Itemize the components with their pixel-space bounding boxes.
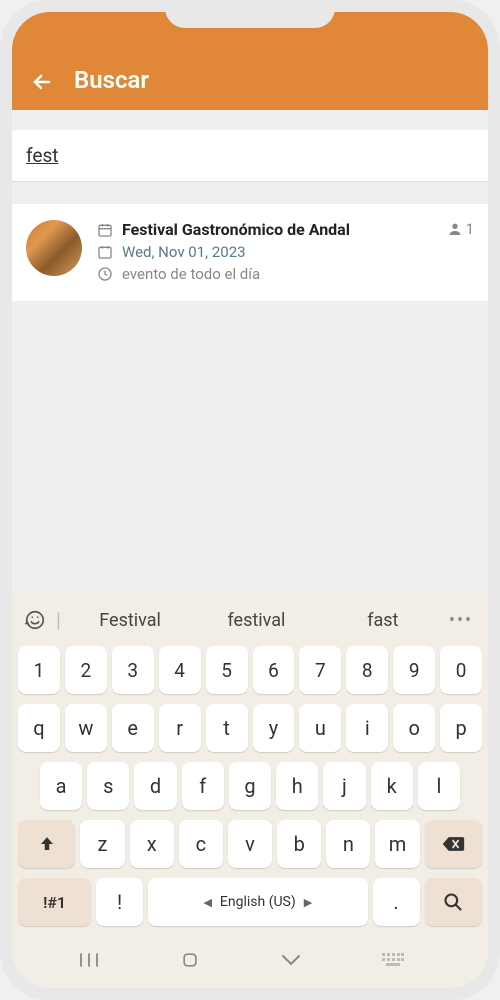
phone-screen: Buscar Festival Gastronómico de Andal xyxy=(12,12,488,988)
key-j[interactable]: j xyxy=(323,762,365,810)
search-container xyxy=(12,130,488,182)
attendee-count: 1 xyxy=(466,220,474,238)
key-r[interactable]: r xyxy=(159,704,201,752)
system-nav-bar xyxy=(18,936,482,980)
space-label: English (US) xyxy=(220,894,296,910)
emoji-icon[interactable] xyxy=(24,609,52,631)
key-h[interactable]: h xyxy=(276,762,318,810)
attendee-badge: 1 xyxy=(447,220,474,238)
keyboard-row-1: q w e r t y u i o p xyxy=(18,704,482,752)
key-m[interactable]: m xyxy=(375,820,419,868)
key-q[interactable]: q xyxy=(18,704,60,752)
event-icon xyxy=(96,221,114,239)
event-date: Wed, Nov 01, 2023 xyxy=(122,243,246,261)
on-screen-keyboard: | Festival festival fast ••• 1 2 3 4 5 6… xyxy=(12,594,488,988)
key-symbols[interactable]: !#1 xyxy=(18,878,91,926)
key-7[interactable]: 7 xyxy=(299,646,341,694)
content-spacer xyxy=(12,301,488,594)
key-k[interactable]: k xyxy=(371,762,413,810)
result-body: Festival Gastronómico de Andal Wed, Nov … xyxy=(96,220,474,283)
keyboard-row-numbers: 1 2 3 4 5 6 7 8 9 0 xyxy=(18,646,482,694)
key-z[interactable]: z xyxy=(80,820,124,868)
key-p[interactable]: p xyxy=(440,704,482,752)
key-space[interactable]: ◀ English (US) ▶ xyxy=(148,878,367,926)
key-u[interactable]: u xyxy=(299,704,341,752)
lang-prev-icon: ◀ xyxy=(203,896,211,909)
key-0[interactable]: 0 xyxy=(440,646,482,694)
key-c[interactable]: c xyxy=(179,820,223,868)
key-t[interactable]: t xyxy=(206,704,248,752)
event-title: Festival Gastronómico de Andal xyxy=(122,220,350,239)
nav-keyboard-icon[interactable] xyxy=(382,953,422,967)
key-w[interactable]: w xyxy=(65,704,107,752)
calendar-icon xyxy=(96,243,114,261)
key-search[interactable] xyxy=(425,878,482,926)
key-o[interactable]: o xyxy=(393,704,435,752)
suggestion-1[interactable]: Festival xyxy=(67,610,193,631)
key-8[interactable]: 8 xyxy=(346,646,388,694)
suggestion-2[interactable]: festival xyxy=(193,610,319,631)
key-d[interactable]: d xyxy=(134,762,176,810)
keyboard-row-2: a s d f g h j k l xyxy=(18,762,482,810)
nav-recent-icon[interactable] xyxy=(79,952,119,968)
key-n[interactable]: n xyxy=(326,820,370,868)
key-1[interactable]: 1 xyxy=(18,646,60,694)
key-e[interactable]: e xyxy=(112,704,154,752)
key-9[interactable]: 9 xyxy=(393,646,435,694)
suggestion-3[interactable]: fast xyxy=(320,610,446,631)
key-s[interactable]: s xyxy=(87,762,129,810)
key-b[interactable]: b xyxy=(277,820,321,868)
suggestion-bar: | Festival festival fast ••• xyxy=(18,604,482,646)
suggestion-divider: | xyxy=(56,608,61,632)
nav-back-icon[interactable] xyxy=(281,953,321,967)
key-3[interactable]: 3 xyxy=(112,646,154,694)
key-2[interactable]: 2 xyxy=(65,646,107,694)
key-shift[interactable] xyxy=(18,820,75,868)
key-backspace[interactable] xyxy=(425,820,482,868)
key-y[interactable]: y xyxy=(253,704,295,752)
key-x[interactable]: x xyxy=(130,820,174,868)
key-i[interactable]: i xyxy=(346,704,388,752)
keyboard-row-3: z x c v b n m xyxy=(18,820,482,868)
page-title: Buscar xyxy=(74,66,149,94)
key-v[interactable]: v xyxy=(228,820,272,868)
event-thumbnail xyxy=(26,220,82,276)
more-icon[interactable]: ••• xyxy=(446,610,476,631)
key-5[interactable]: 5 xyxy=(206,646,248,694)
back-arrow-icon[interactable] xyxy=(30,70,54,94)
nav-home-icon[interactable] xyxy=(180,950,220,970)
phone-notch xyxy=(165,0,335,28)
lang-next-icon: ▶ xyxy=(304,896,312,909)
key-exclaim[interactable]: ! xyxy=(96,878,143,926)
key-period[interactable]: . xyxy=(373,878,420,926)
search-result-item[interactable]: Festival Gastronómico de Andal Wed, Nov … xyxy=(12,204,488,301)
keyboard-row-4: !#1 ! ◀ English (US) ▶ . xyxy=(18,878,482,926)
key-f[interactable]: f xyxy=(182,762,224,810)
key-6[interactable]: 6 xyxy=(253,646,295,694)
key-a[interactable]: a xyxy=(40,762,82,810)
key-l[interactable]: l xyxy=(418,762,460,810)
key-4[interactable]: 4 xyxy=(159,646,201,694)
phone-frame: Buscar Festival Gastronómico de Andal xyxy=(0,0,500,1000)
clock-icon xyxy=(96,265,114,283)
search-input[interactable] xyxy=(26,144,474,167)
event-allday-label: evento de todo el día xyxy=(122,265,260,283)
key-g[interactable]: g xyxy=(229,762,271,810)
